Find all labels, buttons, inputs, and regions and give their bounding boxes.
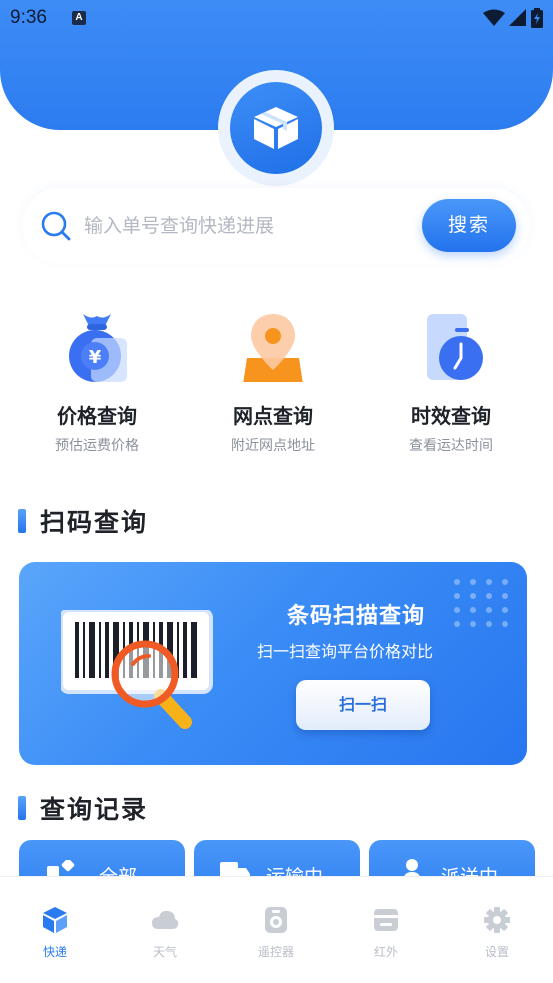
- records-section-title: 查询记录: [40, 795, 149, 824]
- search-button[interactable]: 搜索: [422, 199, 516, 252]
- tab-weather-label: 天气: [152, 945, 177, 959]
- cloud-icon: [152, 910, 179, 929]
- timeliness-query-subtitle: 查看运达时间: [409, 438, 493, 454]
- scan-section-title: 扫码查询: [40, 508, 149, 537]
- scan-card-subtitle: 扫一扫查询平台价格对比: [257, 642, 434, 661]
- barcode-scan-card[interactable]: 条码扫描查询 扫一扫查询平台价格对比 扫一扫: [19, 562, 527, 765]
- outlet-query-subtitle: 附近网点地址: [231, 438, 315, 454]
- status-time: 9:36: [10, 7, 47, 28]
- notification-icon: A: [72, 11, 86, 25]
- section-marker: [18, 509, 26, 533]
- package-logo-icon: [254, 107, 298, 149]
- outlet-query-item[interactable]: 网点查询 附近网点地址: [193, 310, 353, 455]
- package-icon: [43, 907, 67, 933]
- tab-remote-label: 遥控器: [257, 945, 294, 959]
- tab-express-label: 快递: [42, 945, 67, 959]
- wifi-icon: [483, 9, 505, 26]
- remote-icon: [265, 907, 287, 933]
- timer-icon: [415, 310, 487, 382]
- decorative-dots: [454, 579, 508, 627]
- price-query-item[interactable]: ¥ 价格查询 预估运费价格: [17, 310, 177, 455]
- timeliness-query-item[interactable]: 时效查询 查看运达时间: [371, 310, 531, 455]
- svg-text:¥: ¥: [89, 347, 102, 368]
- tab-infrared[interactable]: 红外: [346, 905, 426, 960]
- scan-button[interactable]: 扫一扫: [296, 680, 430, 730]
- records-section-heading: 查询记录: [18, 790, 148, 826]
- location-pin-icon: [237, 310, 309, 384]
- search-input[interactable]: 输入单号查询快递进展: [84, 212, 404, 240]
- timeliness-query-title: 时效查询: [411, 404, 491, 428]
- outlet-query-title: 网点查询: [233, 404, 313, 428]
- search-icon[interactable]: [40, 210, 72, 242]
- status-icons: [483, 8, 543, 28]
- tab-weather[interactable]: 天气: [125, 905, 205, 960]
- signal-icon: [509, 9, 526, 26]
- tab-infrared-label: 红外: [373, 945, 398, 959]
- price-query-title: 价格查询: [57, 404, 137, 428]
- tab-remote[interactable]: 遥控器: [236, 905, 316, 960]
- battery-icon: [531, 8, 543, 28]
- scan-card-title: 条码扫描查询: [287, 604, 426, 629]
- scan-section-heading: 扫码查询: [18, 503, 148, 539]
- bottom-tab-bar: 快递 天气 遥控器 红外 设置: [0, 876, 553, 983]
- app-logo: [230, 82, 322, 174]
- price-query-subtitle: 预估运费价格: [55, 438, 139, 454]
- gear-icon: [484, 907, 510, 933]
- tab-express[interactable]: 快递: [15, 905, 95, 960]
- infrared-icon: [374, 909, 398, 931]
- barcode-magnifier-icon: [61, 610, 213, 729]
- status-bar: 9:36 A: [0, 0, 553, 38]
- tab-settings-label: 设置: [484, 945, 509, 959]
- money-bag-icon: ¥: [61, 310, 133, 382]
- section-marker: [18, 796, 26, 820]
- tab-settings[interactable]: 设置: [457, 905, 537, 960]
